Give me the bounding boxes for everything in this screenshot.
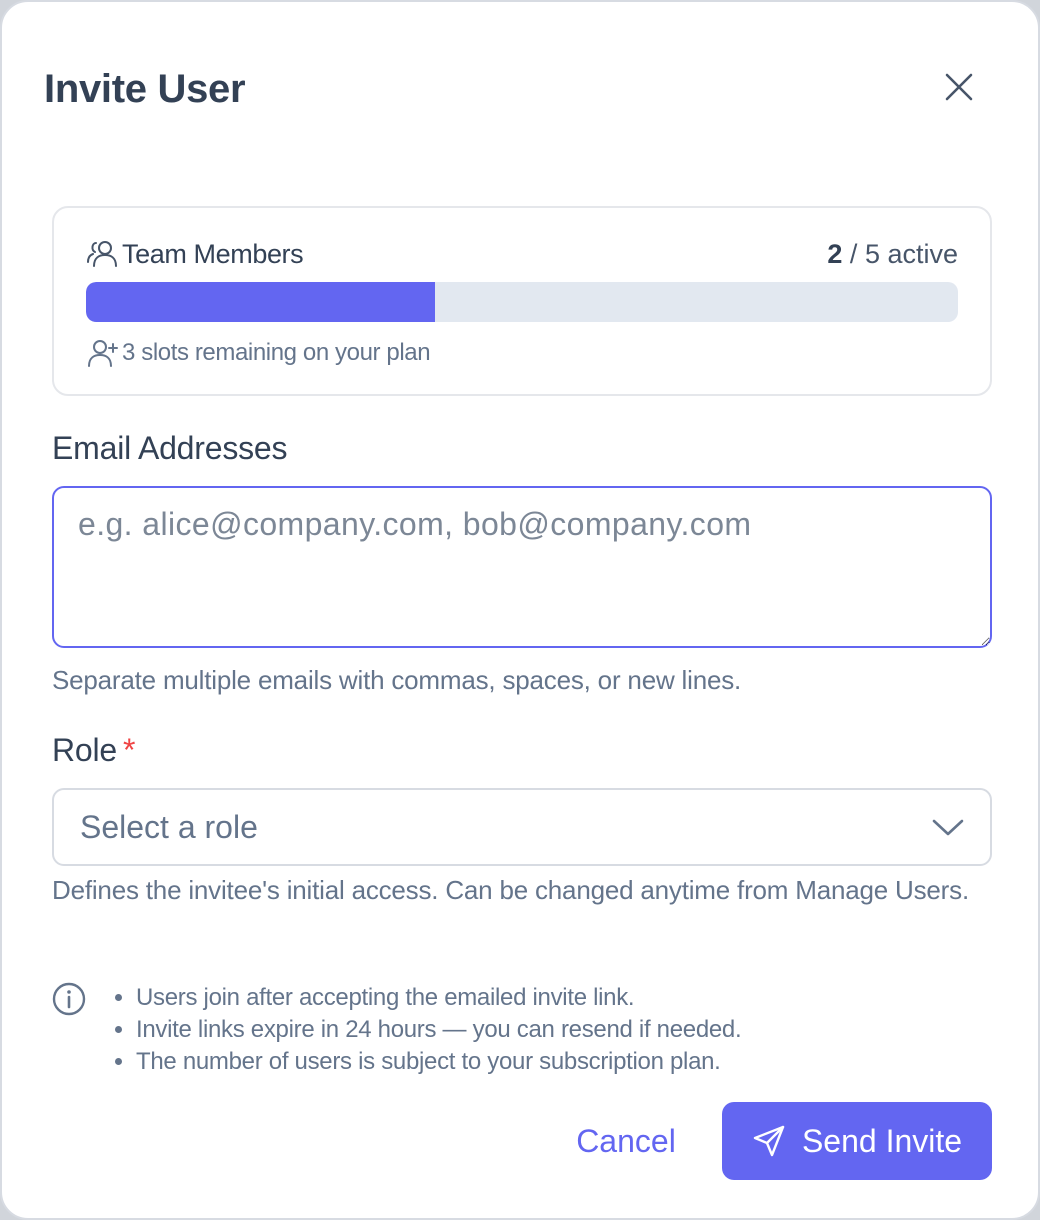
email-addresses-input[interactable] — [52, 486, 992, 648]
slots-remaining-text: 3 slots remaining on your plan — [122, 339, 431, 366]
usage-remaining: 3 slots remaining on your plan — [86, 338, 431, 368]
info-block: Users join after accepting the emailed i… — [52, 982, 992, 1078]
role-label-text: Role — [52, 732, 118, 768]
send-invite-label: Send Invite — [801, 1122, 963, 1159]
usage-progress-fill — [86, 282, 435, 322]
user-plus-icon — [88, 340, 118, 367]
send-invite-button[interactable]: Send Invite — [722, 1102, 992, 1180]
chevron-down-icon — [932, 819, 964, 836]
usage-header: Team Members 2 / 5 active — [86, 234, 958, 274]
dialog-title: Invite User — [44, 67, 246, 111]
cancel-button[interactable]: Cancel — [558, 1102, 694, 1180]
role-select-value: Select a role — [80, 808, 258, 845]
usage-title-group: Team Members — [86, 238, 304, 270]
usage-count: 2 / 5 active — [827, 239, 958, 270]
info-icon — [52, 982, 86, 1016]
role-label: Role * — [52, 732, 135, 769]
info-item: Invite links expire in 24 hours — you ca… — [136, 1014, 742, 1046]
close-button[interactable] — [934, 62, 984, 112]
email-label: Email Addresses — [52, 430, 288, 466]
usage-used: 2 — [827, 238, 843, 269]
usage-total: 5 active — [864, 238, 958, 269]
invite-user-dialog: Invite User Team Members 2 / 5 active 3 … — [0, 0, 1040, 1220]
role-select[interactable]: Select a role — [52, 788, 992, 866]
usage-title: Team Members — [122, 238, 304, 269]
send-icon — [753, 1125, 785, 1157]
email-help-text: Separate multiple emails with commas, sp… — [52, 665, 742, 695]
role-help-text: Defines the invitee's initial access. Ca… — [52, 875, 969, 905]
usage-progress-bar — [86, 282, 958, 322]
team-usage-card: Team Members 2 / 5 active 3 slots remain… — [52, 206, 992, 396]
info-item: Users join after accepting the emailed i… — [136, 982, 741, 1014]
close-icon — [945, 73, 973, 101]
users-icon — [87, 241, 117, 267]
info-item: The number of users is subject to your s… — [136, 1046, 741, 1078]
usage-separator: / — [842, 238, 865, 269]
info-list: Users join after accepting the emailed i… — [86, 982, 742, 1078]
required-marker: * — [123, 732, 136, 768]
